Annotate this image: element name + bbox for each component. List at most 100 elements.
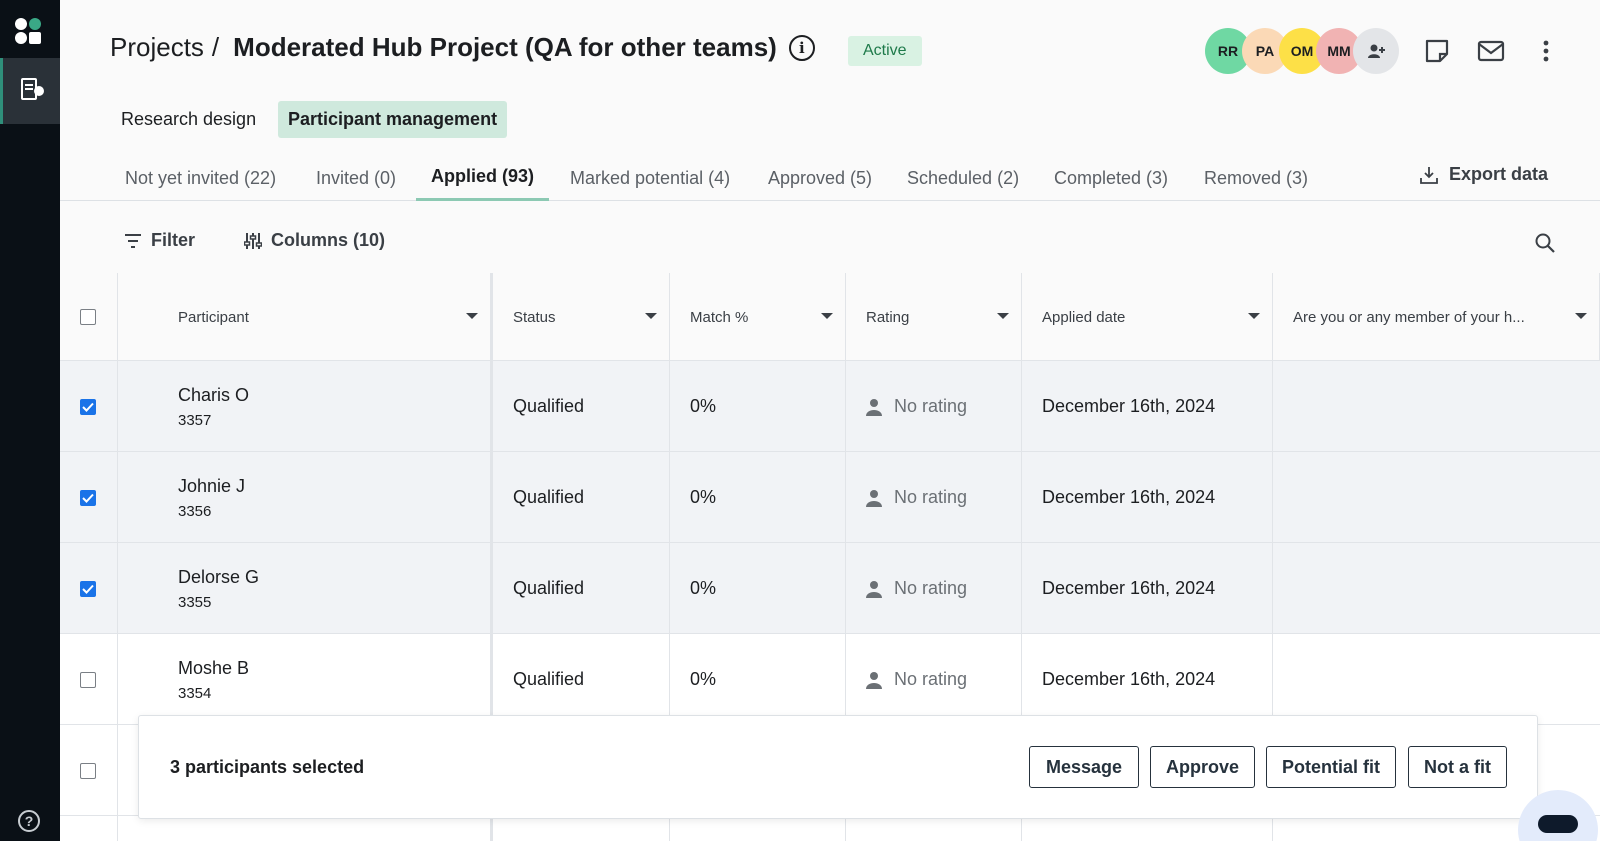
bulk-action-bar: 3 participants selected Message Approve … [138,715,1538,819]
table-row[interactable]: Delorse G 3355 Qualified 0% No rating De… [60,543,1600,634]
column-label: Participant [178,308,249,326]
match-cell: 0% [670,361,846,452]
mail-icon[interactable] [1477,38,1505,64]
status-cell: Qualified [493,452,670,543]
tab-approved[interactable]: Approved (5) [753,158,887,201]
tab-participant-management[interactable]: Participant management [278,101,508,138]
tab-scheduled[interactable]: Scheduled (2) [892,158,1034,201]
participant-cell [118,816,493,841]
tab-marked-potential[interactable]: Marked potential (4) [555,158,745,201]
breadcrumb-projects-link[interactable]: Projects [110,32,204,63]
participant-id: 3356 [178,502,212,520]
participant-cell[interactable]: Johnie J 3356 [118,452,493,543]
participant-cell[interactable]: Moshe B 3354 [118,634,493,725]
table-header: Participant Status Match % Rating Applie… [60,273,1600,361]
nav-item-projects[interactable] [0,58,60,124]
table-row[interactable]: Moshe B 3354 Qualified 0% No rating Dece… [60,634,1600,725]
tab-applied[interactable]: Applied (93) [416,158,550,201]
row-select-cell [60,816,118,841]
caret-down-icon[interactable] [645,313,657,319]
columns-button[interactable]: Columns (10) [244,230,385,251]
checkmark-icon [82,493,94,503]
caret-down-icon[interactable] [1248,313,1260,319]
column-header-match[interactable]: Match % [670,273,846,361]
applied-date-cell: December 16th, 2024 [1022,543,1273,634]
rating-cell[interactable]: No rating [846,452,1022,543]
status-cell: Qualified [493,361,670,452]
household-answer-cell [1273,361,1600,452]
row-checkbox[interactable] [80,580,96,597]
search-icon[interactable] [1534,232,1556,254]
tab-invited[interactable]: Invited (0) [301,158,411,201]
row-select-cell [60,543,118,634]
status-cell [493,816,670,841]
row-checkbox[interactable] [80,489,96,506]
person-icon [866,398,882,416]
column-header-rating[interactable]: Rating [846,273,1022,361]
chat-icon [1538,815,1578,833]
applied-date-cell: December 16th, 2024 [1022,634,1273,725]
download-icon [1420,166,1438,184]
caret-down-icon[interactable] [821,313,833,319]
filter-label: Filter [151,230,196,250]
rating-cell[interactable]: No rating [846,634,1022,725]
participant-name: Charis O [178,384,250,405]
participant-cell[interactable]: Charis O 3357 [118,361,493,452]
column-header-participant[interactable]: Participant [118,273,493,361]
participant-id: 3357 [178,411,212,429]
column-header-status[interactable]: Status [493,273,670,361]
caret-down-icon[interactable] [1575,313,1587,319]
rating-cell[interactable]: No rating [846,543,1022,634]
caret-down-icon[interactable] [466,313,478,319]
household-answer-cell [1273,634,1600,725]
row-checkbox[interactable] [80,762,96,779]
column-label: Match % [690,308,749,326]
export-data-label: Export data [1448,164,1548,184]
export-data-button[interactable]: Export data [1419,164,1548,185]
household-answer-cell [1273,543,1600,634]
tab-removed[interactable]: Removed (3) [1189,158,1323,201]
row-checkbox[interactable] [80,398,96,415]
add-user-icon[interactable] [1353,28,1399,74]
tab-research-design[interactable]: Research design [111,101,266,138]
participant-name: Johnie J [178,475,246,496]
potential-fit-button[interactable]: Potential fit [1266,746,1396,788]
project-document-icon [21,78,44,100]
filter-button[interactable]: Filter [124,230,195,251]
checkmark-icon [82,402,94,412]
match-cell [670,816,846,841]
help-icon[interactable]: ? [18,810,40,832]
household-answer-cell [1273,452,1600,543]
participant-cell[interactable]: Delorse G 3355 [118,543,493,634]
status-cell: Qualified [493,543,670,634]
info-icon[interactable]: i [788,34,815,61]
caret-down-icon[interactable] [997,313,1009,319]
team-avatars: RR PA OM MM [1205,28,1399,74]
row-select-cell [60,452,118,543]
notes-icon[interactable] [1424,38,1450,64]
left-rail: ? [0,0,60,841]
breadcrumb: Projects / Moderated Hub Project (QA for… [110,32,815,63]
not-a-fit-button[interactable]: Not a fit [1408,746,1507,788]
table-row[interactable] [60,816,1600,841]
page-title: Moderated Hub Project (QA for other team… [233,32,777,62]
rating-cell [846,816,1022,841]
more-vertical-icon[interactable] [1541,38,1551,64]
rating-label: No rating [894,396,968,416]
rating-cell[interactable]: No rating [846,361,1022,452]
approve-button[interactable]: Approve [1150,746,1255,788]
message-button[interactable]: Message [1029,746,1139,788]
applied-date-cell [1022,816,1273,841]
table-row[interactable]: Johnie J 3356 Qualified 0% No rating Dec… [60,452,1600,543]
tab-completed[interactable]: Completed (3) [1039,158,1183,201]
table-row[interactable]: Charis O 3357 Qualified 0% No rating Dec… [60,361,1600,452]
rating-label: No rating [894,578,968,598]
column-label: Applied date [1042,308,1126,326]
column-header-applied-date[interactable]: Applied date [1022,273,1273,361]
row-checkbox[interactable] [80,671,96,688]
column-label: Are you or any member of your h... [1293,308,1525,326]
select-all-checkbox[interactable] [80,309,96,325]
app-logo-icon[interactable] [13,16,43,46]
tab-not-yet-invited[interactable]: Not yet invited (22) [110,158,291,201]
column-header-household-question[interactable]: Are you or any member of your h... [1273,273,1600,361]
